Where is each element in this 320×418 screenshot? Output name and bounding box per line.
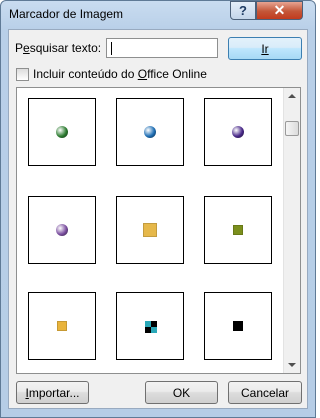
teal-checker-bullet-icon bbox=[145, 321, 157, 333]
include-online-checkbox[interactable] bbox=[16, 68, 29, 81]
bullet-cell[interactable] bbox=[204, 98, 272, 166]
close-icon: ✕ bbox=[273, 2, 286, 18]
blue-sphere-bullet-icon bbox=[144, 126, 156, 138]
cancel-button[interactable]: Cancelar bbox=[228, 381, 302, 404]
scroll-down-arrow-icon[interactable] bbox=[288, 363, 296, 367]
title-bar: Marcador de Imagem ? ✕ bbox=[1, 1, 315, 29]
bullet-cell[interactable] bbox=[28, 98, 96, 166]
yellow-square-bullet-icon bbox=[57, 321, 67, 331]
bullet-cell[interactable] bbox=[28, 292, 96, 360]
bullet-gallery[interactable] bbox=[16, 87, 301, 374]
include-online-label[interactable]: Incluir conteúdo do Office Online bbox=[33, 67, 207, 81]
ok-button[interactable]: OK bbox=[145, 381, 218, 404]
help-button[interactable]: ? bbox=[230, 1, 256, 20]
go-button[interactable]: Ir bbox=[228, 37, 302, 60]
ok-button-label: OK bbox=[172, 385, 191, 400]
bullet-cell[interactable] bbox=[204, 292, 272, 360]
bullet-cell[interactable] bbox=[116, 292, 184, 360]
close-button[interactable]: ✕ bbox=[256, 1, 303, 20]
search-label: Pesquisar texto: bbox=[15, 41, 102, 55]
gallery-scrollbar[interactable] bbox=[283, 88, 300, 373]
scrollbar-thumb[interactable] bbox=[285, 121, 299, 136]
gold-texture-square-bullet-icon bbox=[143, 223, 157, 237]
cancel-button-label: Cancelar bbox=[240, 385, 290, 400]
import-button[interactable]: Importar... bbox=[16, 381, 89, 404]
help-icon: ? bbox=[239, 3, 247, 18]
bullet-cell[interactable] bbox=[28, 196, 96, 264]
olive-square-bullet-icon bbox=[233, 225, 243, 235]
bullet-cell[interactable] bbox=[116, 98, 184, 166]
go-button-label: Ir bbox=[261, 41, 269, 56]
import-button-label: Importar... bbox=[25, 385, 80, 400]
dialog-title: Marcador de Imagem bbox=[9, 7, 124, 21]
text-caret bbox=[111, 42, 112, 55]
bullet-cell[interactable] bbox=[204, 196, 272, 264]
green-sphere-bullet-icon bbox=[56, 126, 68, 138]
dialog-window: Marcador de Imagem ? ✕ Pesquisar texto: … bbox=[0, 0, 316, 418]
black-square-bullet-icon bbox=[233, 321, 243, 331]
scroll-up-arrow-icon[interactable] bbox=[288, 94, 296, 98]
purple-sphere-bullet-icon bbox=[232, 126, 244, 138]
dialog-body: Pesquisar texto: Ir Incluir conteúdo do … bbox=[8, 29, 308, 409]
search-input[interactable] bbox=[106, 38, 218, 58]
violet-sphere-bullet-icon bbox=[56, 224, 68, 236]
bullet-cell[interactable] bbox=[116, 196, 184, 264]
